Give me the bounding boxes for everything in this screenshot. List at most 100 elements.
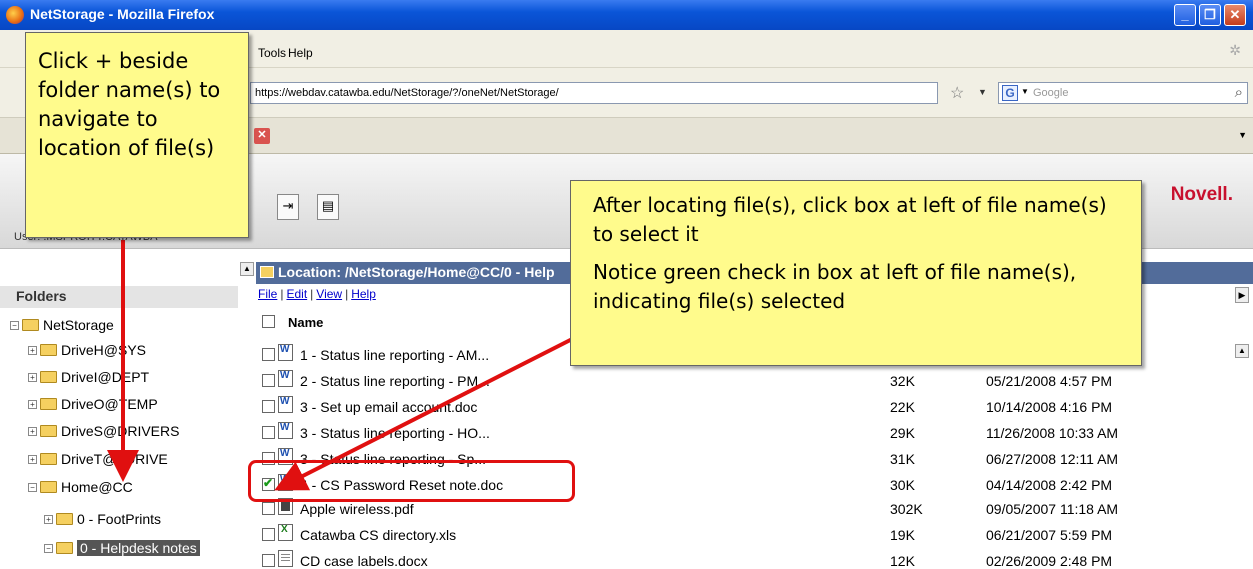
xls-file-icon	[278, 524, 293, 541]
menu-view[interactable]: View	[316, 287, 342, 301]
folder-icon	[40, 453, 57, 465]
file-row[interactable]: Catawba CS directory.xls 19K 06/21/2007 5:…	[256, 522, 1253, 548]
engine-dropdown-icon[interactable]: ▼	[1021, 87, 1029, 96]
file-checkbox[interactable]	[262, 554, 275, 567]
expand-icon[interactable]: +	[28, 345, 37, 355]
file-row[interactable]: 3 - Status line reporting - HO... 29K 11/2…	[256, 420, 1253, 446]
novell-logo: Novell.	[1170, 184, 1233, 205]
tree-item-label: 0 - FootPrints	[77, 511, 162, 527]
google-engine-icon[interactable]: G	[1002, 85, 1018, 101]
scroll-up-icon[interactable]: ▲	[240, 262, 254, 276]
file-date: 02/26/2009 2:48 PM	[986, 553, 1113, 569]
file-row[interactable]: CD case labels.docx 12K 02/26/2009 2:48 PM	[256, 548, 1253, 569]
file-row[interactable]: 2 - Status line reporting - PM... 32K 05/2…	[256, 368, 1253, 394]
folder-icon	[56, 542, 73, 554]
file-size: 22K	[890, 399, 915, 415]
close-button[interactable]: ✕	[1224, 4, 1246, 26]
expand-icon[interactable]: +	[28, 426, 37, 436]
expand-pane-icon[interactable]: ▶	[1235, 287, 1249, 303]
selection-highlight	[248, 460, 575, 502]
file-date: 06/21/2007 5:59 PM	[986, 527, 1113, 543]
file-date: 09/05/2007 11:18 AM	[986, 501, 1119, 517]
url-bar[interactable]: https://webdav.catawba.edu/NetStorage/?/…	[250, 82, 938, 104]
location-path: Location: /NetStorage/Home@CC/0 - Help	[278, 264, 555, 280]
tree-item-label: DriveI@DEPT	[61, 369, 150, 385]
file-name[interactable]: Apple wireless.pdf	[300, 501, 414, 517]
file-date: 10/14/2008 4:16 PM	[986, 399, 1113, 415]
file-checkbox[interactable]	[262, 502, 275, 515]
tab-close-icon[interactable]: ✕	[254, 128, 270, 144]
file-checkbox[interactable]	[262, 374, 275, 387]
callout-navigate: Click + beside folder name(s) to navigat…	[25, 32, 249, 238]
menu-edit[interactable]: Edit	[286, 287, 307, 301]
doc-file-icon	[278, 422, 293, 439]
file-size: 29K	[890, 425, 915, 441]
title-bar: NetStorage - Mozilla Firefox _ ❐ ✕	[0, 0, 1253, 30]
folders-header: Folders	[0, 286, 238, 308]
bookmark-star-icon[interactable]: ☆	[950, 83, 964, 103]
doc-file-icon	[278, 370, 293, 387]
name-column-header[interactable]: Name	[288, 315, 323, 330]
file-checkbox[interactable]	[262, 400, 275, 413]
file-size: 30K	[890, 477, 915, 493]
folder-icon	[40, 481, 57, 493]
minimize-button[interactable]: _	[1174, 4, 1196, 26]
throbber-icon: ✲	[1229, 42, 1241, 58]
folder-icon	[22, 319, 39, 331]
search-icon[interactable]: ⌕	[1235, 84, 1243, 101]
collapse-icon[interactable]: −	[28, 482, 37, 492]
tree-item-netstorage[interactable]: − NetStorage	[10, 315, 114, 335]
tree-item-label: DriveO@TEMP	[61, 396, 158, 412]
menu-tools[interactable]: Tools	[258, 46, 286, 60]
url-dropdown-icon[interactable]: ▼	[978, 87, 987, 97]
tree-item-drivei[interactable]: + DriveI@DEPT	[28, 367, 149, 387]
file-name[interactable]: 3 - Status line reporting - HO...	[300, 425, 490, 441]
docx-file-icon	[278, 550, 293, 567]
file-checkbox[interactable]	[262, 528, 275, 541]
folder-icon	[40, 371, 57, 383]
menu-help[interactable]: Help	[288, 46, 313, 60]
tree-item-helpdesk-notes[interactable]: − 0 - Helpdesk notes	[44, 538, 200, 558]
document-icon[interactable]: ▤	[317, 194, 339, 220]
file-size: 302K	[890, 501, 923, 517]
tree-item-footprints[interactable]: +0 - FootPrints	[44, 509, 161, 529]
folder-icon	[56, 513, 73, 525]
file-name[interactable]: 2 - Status line reporting - PM...	[300, 373, 490, 389]
select-all-checkbox[interactable]	[262, 315, 275, 328]
folder-icon	[40, 398, 57, 410]
tree-item-label: DriveT@TDRIVE	[61, 451, 168, 467]
tab-list-dropdown-icon[interactable]: ▼	[1238, 130, 1247, 140]
tree-item-driveo[interactable]: + DriveO@TEMP	[28, 394, 158, 414]
file-name[interactable]: Catawba CS directory.xls	[300, 527, 456, 543]
search-placeholder: Google	[1033, 87, 1069, 99]
tree-item-drivet[interactable]: + DriveT@TDRIVE	[28, 449, 168, 469]
file-date: 11/26/2008 10:33 AM	[986, 425, 1119, 441]
expand-icon[interactable]: +	[28, 454, 37, 464]
menu-help-link[interactable]: Help	[351, 287, 376, 301]
folder-icon	[40, 425, 57, 437]
file-name[interactable]: CD case labels.docx	[300, 553, 428, 569]
tree-item-label: 0 - Helpdesk notes	[77, 540, 200, 556]
tree-item-label: DriveS@DRIVERS	[61, 423, 180, 439]
tree-item-drives[interactable]: + DriveS@DRIVERS	[28, 421, 179, 441]
file-checkbox[interactable]	[262, 348, 275, 361]
expand-icon[interactable]: +	[28, 372, 37, 382]
expand-icon[interactable]: +	[44, 514, 53, 524]
up-folder-icon[interactable]	[260, 266, 274, 278]
window-title: NetStorage - Mozilla Firefox	[30, 6, 215, 22]
expand-icon[interactable]: +	[28, 399, 37, 409]
tree-item-home[interactable]: − Home@CC	[28, 477, 133, 497]
search-box[interactable]: G ▼ Google ⌕	[998, 82, 1248, 104]
menu-file[interactable]: File	[258, 287, 277, 301]
tree-item-label: DriveH@SYS	[61, 342, 147, 358]
file-name[interactable]: 3 - Set up email account.doc	[300, 399, 477, 415]
file-checkbox[interactable]	[262, 426, 275, 439]
collapse-icon[interactable]: −	[10, 320, 19, 330]
maximize-button[interactable]: ❐	[1199, 4, 1221, 26]
file-name[interactable]: 1 - Status line reporting - AM...	[300, 347, 489, 363]
collapse-icon[interactable]: −	[44, 543, 53, 553]
file-size: 31K	[890, 451, 915, 467]
tree-item-driveh[interactable]: + DriveH@SYS	[28, 340, 146, 360]
upload-icon[interactable]: ⇥	[277, 194, 299, 220]
file-row[interactable]: 3 - Set up email account.doc 22K 10/14/200…	[256, 394, 1253, 420]
